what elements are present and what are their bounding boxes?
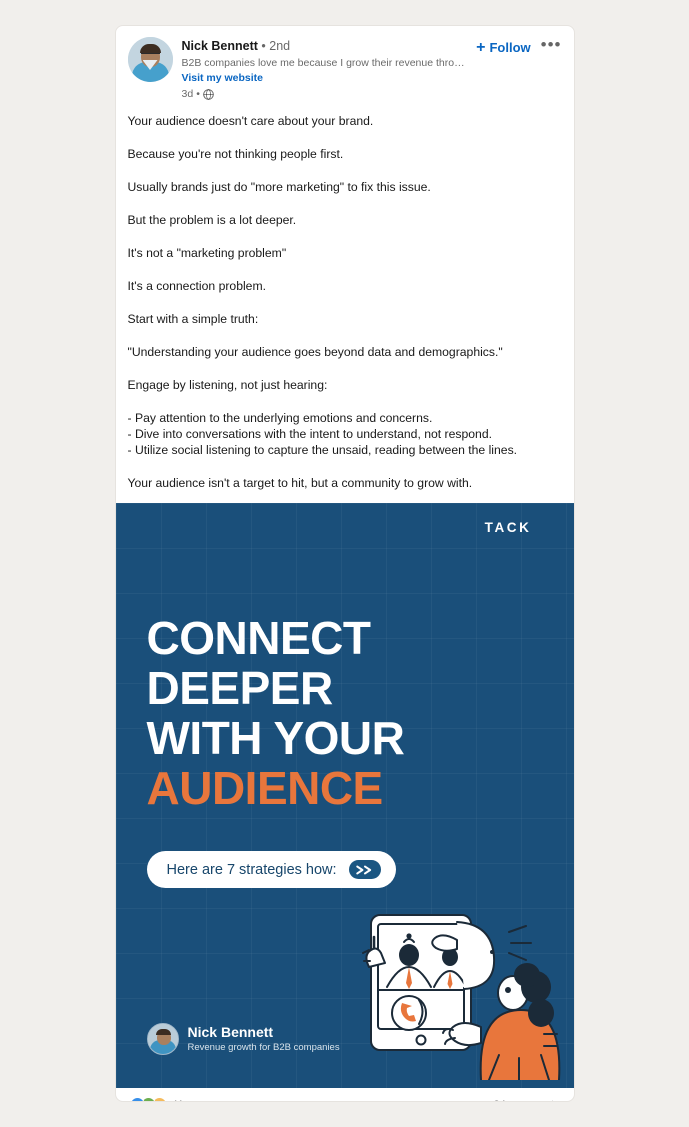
post-paragraph: Engage by listening, not just hearing: — [127, 378, 328, 392]
like-icon — [129, 1097, 145, 1101]
post-bullet: - Pay attention to the underlying emotio… — [127, 411, 433, 425]
post-paragraph: Usually brands just do "more marketing" … — [127, 180, 431, 194]
post-footer: 41 24 comments — [115, 1088, 574, 1102]
plus-icon: + — [476, 38, 486, 56]
meta-separator: • — [196, 88, 200, 100]
globe-icon — [203, 88, 214, 100]
page-background: Nick Bennett • 2nd B2B companies love me… — [0, 0, 689, 1127]
headline-line-4: AUDIENCE — [146, 762, 384, 814]
cta-pill[interactable]: Here are 7 strategies how: — [146, 851, 396, 888]
reaction-icons — [129, 1097, 167, 1101]
linkedin-post-card: Nick Bennett • 2nd B2B companies love me… — [114, 25, 575, 1102]
post-paragraph: Because you're not thinking people first… — [127, 147, 344, 161]
reactions-group[interactable]: 41 — [129, 1097, 184, 1102]
author-name-line[interactable]: Nick Bennett • 2nd — [182, 38, 477, 54]
post-paragraph: But the problem is a lot deeper. — [127, 213, 297, 227]
headline-line-3: WITH YOUR — [146, 712, 405, 764]
author-info: Nick Bennett • 2nd B2B companies love me… — [182, 37, 477, 101]
headline-line-1: CONNECT — [146, 612, 371, 664]
post-paragraph: Start with a simple truth: — [127, 312, 259, 326]
comments-count[interactable]: 24 comments — [493, 1099, 559, 1102]
post-creative-image[interactable]: TACK CONNECT DEEPER WITH YOUR AUDIENCE H… — [115, 503, 574, 1088]
brand-logo: TACK — [484, 520, 532, 535]
author-avatar[interactable] — [127, 37, 173, 82]
author-website-link[interactable]: Visit my website — [182, 71, 477, 85]
post-header: Nick Bennett • 2nd B2B companies love me… — [116, 26, 574, 103]
follow-label: Follow — [489, 40, 531, 55]
follow-button[interactable]: + Follow — [476, 38, 531, 56]
creative-avatar — [146, 1023, 179, 1055]
post-timestamp: 3d — [181, 88, 194, 100]
post-paragraph: Your audience doesn't care about your br… — [127, 114, 374, 128]
post-meta: 3d • — [182, 87, 477, 101]
post-paragraph: It's a connection problem. — [127, 279, 267, 293]
creative-author-name: Nick Bennett — [187, 1024, 274, 1040]
author-headline: B2B companies love me because I grow the… — [181, 57, 465, 69]
author-name: Nick Bennett — [181, 39, 258, 53]
post-text-content: Your audience doesn't care about your br… — [116, 103, 574, 503]
creative-author-subtitle: Revenue growth for B2B companies — [187, 1042, 340, 1053]
double-chevron-right-icon — [348, 860, 381, 879]
creative-author-badge: Nick Bennett Revenue growth for B2B comp… — [146, 1023, 340, 1055]
post-bullet: - Utilize social listening to capture th… — [127, 443, 518, 457]
headline-line-2: DEEPER — [146, 662, 334, 714]
more-options-icon[interactable]: ••• — [541, 36, 562, 53]
connection-degree: • 2nd — [261, 39, 291, 53]
post-bullet: - Dive into conversations with the inten… — [127, 427, 492, 441]
post-paragraph: Your audience isn't a target to hit, but… — [127, 476, 473, 490]
creative-headline: CONNECT DEEPER WITH YOUR AUDIENCE — [147, 613, 405, 813]
post-paragraph: "Understanding your audience goes beyond… — [127, 345, 503, 359]
post-paragraph: It's not a "marketing problem" — [127, 246, 287, 260]
cta-label: Here are 7 strategies how: — [166, 861, 337, 878]
video-call-illustration — [361, 895, 566, 1081]
header-actions: + Follow ••• — [476, 36, 562, 101]
reaction-count: 41 — [172, 1099, 184, 1102]
